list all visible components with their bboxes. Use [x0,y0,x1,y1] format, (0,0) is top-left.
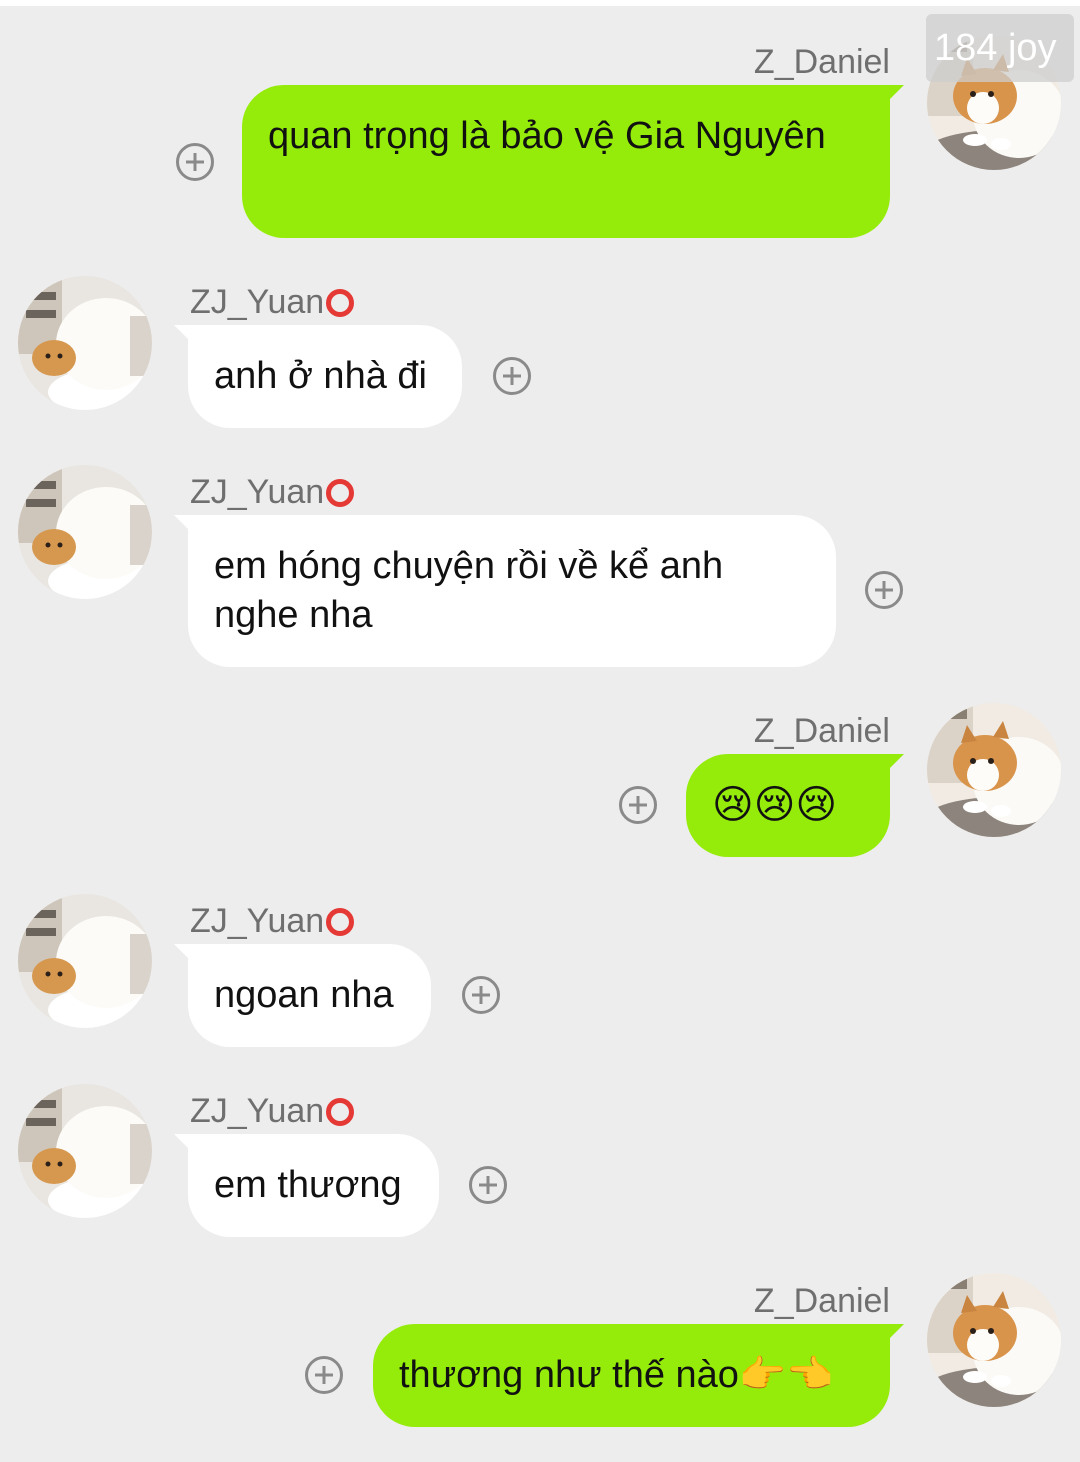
plus-circle-icon[interactable] [176,143,214,181]
white-cat-avatar-icon [18,465,152,599]
avatar-yuan[interactable] [18,894,152,1028]
white-cat-avatar-icon [18,894,152,1028]
message-bubble-incoming[interactable]: anh ở nhà đi [174,325,462,428]
white-cat-avatar-icon [18,1084,152,1218]
sender-name: Z_Daniel [753,712,890,750]
message-bubble-outgoing[interactable]: thương như thế nào👉👈 [373,1324,904,1427]
sender-name: Z_Daniel [753,1282,890,1320]
avatar-yuan[interactable] [18,1084,152,1218]
red-ring-icon [326,289,355,317]
avatar-daniel[interactable] [927,1273,1061,1407]
message-bubble-incoming[interactable]: ngoan nha [174,944,431,1047]
red-ring-icon [326,1098,355,1126]
message-bubble-incoming[interactable]: em hóng chuyện rồi về kể anh nghe nha [174,515,836,667]
avatar-yuan[interactable] [18,465,152,599]
orange-white-cat-avatar-icon [927,1273,1061,1407]
message-bubble-outgoing[interactable]: quan trọng là bảo vệ Gia Nguyên [242,85,904,238]
sender-name: Z_Daniel [753,43,890,81]
sender-name-text: ZJ_Yuan [190,1092,325,1130]
top-edge [0,0,1080,6]
watermark: 184 joy [926,14,1074,82]
orange-white-cat-avatar-icon [927,703,1061,837]
sender-name: ZJ_Yuan [190,1091,355,1131]
avatar-daniel[interactable] [927,703,1061,837]
plus-circle-icon[interactable] [493,357,531,395]
sender-name-text: ZJ_Yuan [190,902,325,940]
message-bubble-outgoing[interactable]: 😢😢😢 [686,754,904,857]
plus-circle-icon[interactable] [462,976,500,1014]
sender-name: ZJ_Yuan [190,282,355,322]
plus-circle-icon[interactable] [619,786,657,824]
avatar-yuan[interactable] [18,276,152,410]
red-ring-icon [326,908,355,936]
sender-name: ZJ_Yuan [190,901,355,941]
plus-circle-icon[interactable] [469,1166,507,1204]
white-cat-avatar-icon [18,276,152,410]
plus-circle-icon[interactable] [865,571,903,609]
red-ring-icon [326,479,355,507]
plus-circle-icon[interactable] [305,1356,343,1394]
message-bubble-incoming[interactable]: em thương [174,1134,439,1237]
sender-name-text: ZJ_Yuan [190,283,325,321]
sender-name-text: ZJ_Yuan [190,473,325,511]
sender-name: ZJ_Yuan [190,472,355,512]
